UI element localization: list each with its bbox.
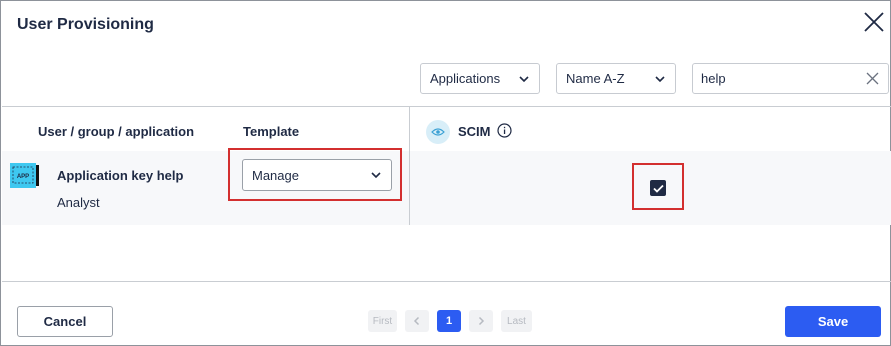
column-separator [409,151,410,225]
save-button[interactable]: Save [785,306,881,337]
close-icon [864,12,884,32]
clear-icon[interactable] [866,72,879,85]
template-dropdown[interactable]: Manage [242,159,392,191]
chevron-down-icon [519,75,529,82]
pagination-first[interactable]: First [368,310,397,332]
sort-dropdown[interactable]: Name A-Z [556,63,676,94]
template-dropdown-label: Manage [252,167,299,183]
column-header-template: Template [243,124,300,139]
chevron-down-icon [371,172,381,179]
pagination-prev[interactable] [405,310,429,332]
search-box [692,63,889,94]
application-name: Application key help [57,168,184,183]
app-icon-label: APP [17,174,29,180]
table-row [2,151,891,225]
column-header-scim: SCIM [458,124,491,139]
pagination-last[interactable]: Last [501,310,532,332]
close-button[interactable] [862,10,886,34]
user-provisioning-dialog: User Provisioning Applications Name A-Z … [0,0,891,346]
chevron-left-icon [413,316,420,326]
cancel-button[interactable]: Cancel [17,306,113,337]
scim-eye-icon[interactable] [426,120,450,144]
pagination-next[interactable] [469,310,493,332]
checkmark-icon [652,184,664,193]
scim-checkbox[interactable] [650,180,666,196]
header-divider [2,106,891,107]
info-icon[interactable] [497,123,512,138]
pagination-current-page[interactable]: 1 [437,310,461,332]
app-icon: APP [10,163,39,188]
application-role: Analyst [57,195,100,210]
application-filter-dropdown[interactable]: Applications [420,63,540,94]
dialog-title: User Provisioning [17,16,154,33]
chevron-right-icon [478,316,485,326]
footer-divider [2,281,891,282]
column-header-user-group-app: User / group / application [38,124,195,139]
chevron-down-icon [655,75,665,82]
application-filter-label: Applications [430,71,501,86]
sort-label: Name A-Z [566,71,625,86]
search-input[interactable] [693,64,853,93]
